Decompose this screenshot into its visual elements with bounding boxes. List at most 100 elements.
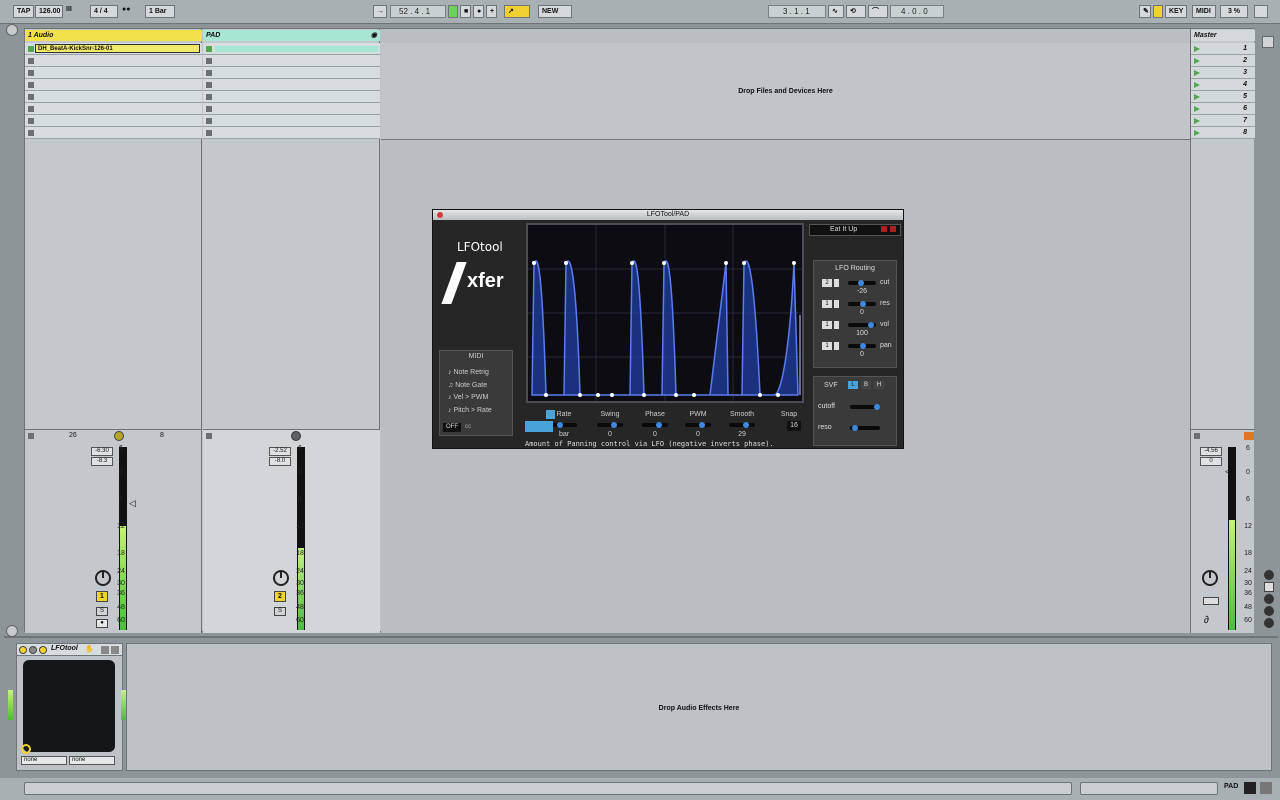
view-toggle-icon[interactable] bbox=[1262, 36, 1274, 48]
solo-button[interactable]: S bbox=[96, 607, 108, 616]
returns-toggle-icon[interactable] bbox=[1264, 594, 1274, 604]
control-slider[interactable] bbox=[642, 422, 668, 428]
routing-stepper-icon[interactable] bbox=[834, 321, 839, 329]
lowpass-button[interactable]: L bbox=[848, 381, 858, 389]
send-knob-icon[interactable] bbox=[273, 570, 289, 586]
scene-play-icon[interactable] bbox=[1194, 82, 1200, 88]
slider-handle[interactable] bbox=[611, 422, 617, 428]
key-map-icon[interactable] bbox=[1153, 5, 1163, 18]
song-position[interactable]: 52 . 4 . 1 bbox=[390, 5, 446, 18]
stop-slot-icon[interactable] bbox=[206, 118, 212, 124]
control-slider[interactable] bbox=[685, 422, 711, 428]
clip-slot[interactable]: DH_BeatA-KickSnr-126-01 bbox=[25, 43, 202, 55]
stop-clips-button[interactable] bbox=[206, 433, 212, 439]
loop-icon[interactable]: ⟲ bbox=[846, 5, 866, 18]
track-activator-button[interactable]: 1 bbox=[96, 591, 108, 602]
stop-slot-icon[interactable] bbox=[206, 130, 212, 136]
clip-slot[interactable] bbox=[203, 115, 380, 127]
volume-value[interactable]: -4.56 bbox=[1200, 447, 1222, 456]
scene-play-icon[interactable] bbox=[1194, 118, 1200, 124]
fader-handle-icon[interactable]: ◁ bbox=[1225, 466, 1232, 477]
scene-launch[interactable]: 5 bbox=[1191, 91, 1255, 103]
slider-handle[interactable] bbox=[557, 422, 563, 428]
stop-slot-icon[interactable] bbox=[206, 94, 212, 100]
mixer-toggle-icon[interactable] bbox=[1264, 606, 1274, 616]
volume-value[interactable]: -6.30 bbox=[91, 447, 113, 456]
stop-slot-icon[interactable] bbox=[28, 58, 34, 64]
record-button[interactable]: ● bbox=[473, 5, 484, 18]
lfo-curve[interactable] bbox=[528, 225, 802, 401]
scrollbar[interactable] bbox=[1080, 782, 1218, 795]
control-slider[interactable] bbox=[729, 422, 755, 428]
key-button[interactable]: KEY bbox=[1165, 5, 1187, 18]
clip[interactable]: DH_BeatA-KickSnr-126-01 bbox=[35, 44, 200, 53]
effects-drop-area[interactable]: Drop Audio Effects Here bbox=[126, 643, 1272, 771]
collapse-icon[interactable] bbox=[6, 625, 18, 637]
routing-amount-slider[interactable] bbox=[848, 280, 876, 286]
loop-length[interactable]: 4 . 0 . 0 bbox=[890, 5, 944, 18]
automation-arm-icon[interactable]: ↗ bbox=[504, 5, 530, 18]
slider-handle[interactable] bbox=[868, 322, 874, 328]
slider-handle[interactable] bbox=[852, 425, 858, 431]
slider-handle[interactable] bbox=[858, 280, 864, 286]
hand-icon[interactable]: ✋ bbox=[85, 645, 94, 653]
master-record-icon[interactable] bbox=[1244, 432, 1254, 440]
clip-slot[interactable] bbox=[203, 91, 380, 103]
clip-slot[interactable] bbox=[203, 127, 380, 139]
time-signature[interactable]: 4 / 4 bbox=[90, 5, 118, 18]
quantize-menu[interactable]: 1 Bar bbox=[145, 5, 175, 18]
routing-source[interactable]: 1 bbox=[822, 300, 832, 308]
follow-icon[interactable]: ●● bbox=[122, 6, 130, 13]
tap-button[interactable]: TAP bbox=[13, 5, 35, 18]
routing-source[interactable]: 2 bbox=[822, 279, 832, 287]
slider-handle[interactable] bbox=[860, 301, 866, 307]
routing-amount-slider[interactable] bbox=[848, 301, 876, 307]
metronome-icon[interactable]: III bbox=[66, 6, 72, 13]
track-header-audio[interactable]: 1 Audio bbox=[25, 30, 202, 41]
control-slider[interactable] bbox=[551, 422, 577, 428]
routing-stepper-icon[interactable] bbox=[834, 279, 839, 287]
crossfader-toggle-icon[interactable] bbox=[1264, 618, 1274, 628]
vel-pwm[interactable]: ♪ Vel > PWM bbox=[448, 394, 488, 401]
scene-play-icon[interactable] bbox=[1194, 46, 1200, 52]
scene-play-icon[interactable] bbox=[1194, 94, 1200, 100]
scene-launch[interactable]: 7 bbox=[1191, 115, 1255, 127]
routing-amount-slider[interactable] bbox=[848, 343, 876, 349]
next-preset-icon[interactable] bbox=[890, 226, 896, 232]
track-header-pad[interactable]: PAD ◉ bbox=[203, 30, 380, 41]
new-button[interactable]: NEW bbox=[538, 5, 572, 18]
stop-slot-icon[interactable] bbox=[206, 58, 212, 64]
routing-source[interactable]: 1 bbox=[822, 321, 832, 329]
scene-launch[interactable]: 2 bbox=[1191, 55, 1255, 67]
play-button[interactable] bbox=[448, 5, 458, 18]
scene-launch[interactable]: 6 bbox=[1191, 103, 1255, 115]
routing-stepper-icon[interactable] bbox=[834, 342, 839, 350]
menu-icon[interactable] bbox=[111, 646, 119, 654]
device-view-icon[interactable] bbox=[1260, 782, 1272, 794]
clip-view-icon[interactable] bbox=[1244, 782, 1256, 794]
punch-icon[interactable]: ⌒ bbox=[868, 5, 888, 18]
note-retrig[interactable]: ♪ Note Retrig bbox=[448, 369, 489, 376]
clip-slot[interactable] bbox=[25, 91, 202, 103]
track-activator-button[interactable]: 2 bbox=[274, 591, 286, 602]
cue-knob-icon[interactable] bbox=[1202, 570, 1218, 586]
scene-play-icon[interactable] bbox=[1194, 58, 1200, 64]
stop-button[interactable]: ■ bbox=[460, 5, 471, 18]
bandpass-button[interactable]: B bbox=[861, 381, 871, 389]
snap-value[interactable]: 16 bbox=[787, 421, 801, 431]
pencil-icon[interactable]: ✎ bbox=[1139, 5, 1151, 18]
preset-menu[interactable]: Eat It Up bbox=[809, 224, 901, 236]
pitch-rate[interactable]: ♪ Pitch > Rate bbox=[448, 407, 492, 414]
clip-slot[interactable] bbox=[25, 103, 202, 115]
record-slot-icon[interactable] bbox=[206, 46, 212, 52]
scene-play-icon[interactable] bbox=[1194, 130, 1200, 136]
scene-play-icon[interactable] bbox=[1194, 106, 1200, 112]
reso-slider[interactable] bbox=[850, 425, 880, 431]
stop-slot-icon[interactable] bbox=[206, 70, 212, 76]
scene-launch[interactable]: 8 bbox=[1191, 127, 1255, 139]
master-header[interactable]: Master bbox=[1191, 30, 1255, 41]
io-toggle-icon[interactable] bbox=[1264, 570, 1274, 580]
clip-slot[interactable] bbox=[25, 127, 202, 139]
slider-handle[interactable] bbox=[656, 422, 662, 428]
close-icon[interactable] bbox=[437, 212, 443, 218]
